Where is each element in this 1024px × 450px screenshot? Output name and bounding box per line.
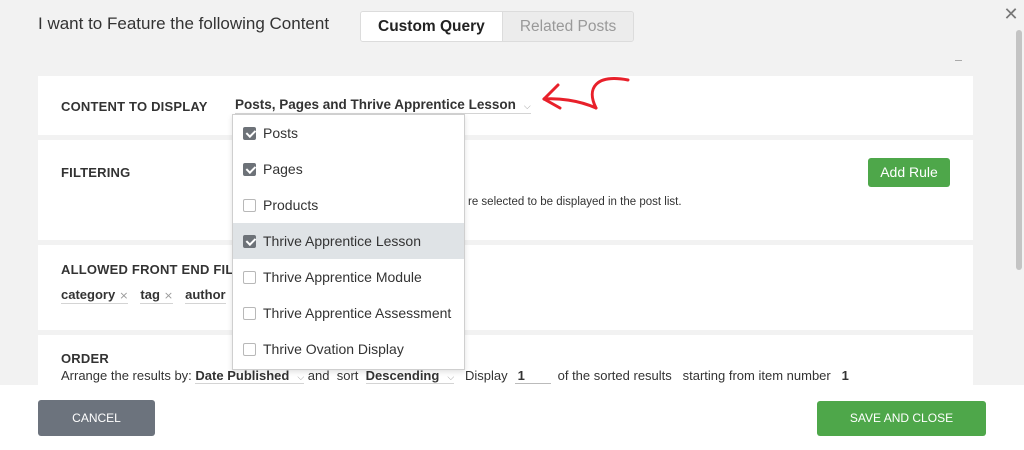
checkbox-checked-icon[interactable] xyxy=(243,126,256,140)
chevron-down-icon: ⌵ xyxy=(447,373,455,383)
scrollbar[interactable] xyxy=(1016,30,1022,270)
option-label: Products xyxy=(263,197,319,213)
content-type-select[interactable]: Posts, Pages and Thrive Apprentice Lesso… xyxy=(235,97,531,114)
filter-tag-label: tag xyxy=(140,287,160,302)
display-count-input[interactable]: 1 xyxy=(514,368,551,384)
filter-tag-label: author xyxy=(185,287,226,302)
front-end-filters-label: ALLOWED FRONT END FILT xyxy=(61,262,241,277)
tab-custom-query[interactable]: Custom Query xyxy=(361,12,502,41)
filter-tag-tag: tag × xyxy=(140,287,174,304)
query-tabs: Custom Query Related Posts xyxy=(360,11,635,42)
filtering-label: FILTERING xyxy=(61,165,131,180)
dropdown-option-pages[interactable]: Pages xyxy=(233,151,464,187)
arrange-by-value: Date Published xyxy=(195,368,290,383)
dropdown-option-posts[interactable]: Posts xyxy=(233,115,464,151)
page-title: I want to Feature the following Content xyxy=(38,14,330,33)
order-settings: Arrange the results by: Date Published ⌵ … xyxy=(61,368,849,384)
filter-tag-category: category × xyxy=(61,287,129,304)
content-type-dropdown: Posts Pages Products Thrive Apprentice L… xyxy=(232,114,465,370)
content-to-display-panel: CONTENT TO DISPLAY Posts, Pages and Thri… xyxy=(38,76,973,135)
sort-direction-select[interactable]: Descending ⌵ xyxy=(365,368,455,384)
cancel-button[interactable]: CANCEL xyxy=(38,400,155,436)
add-rule-button[interactable]: Add Rule xyxy=(868,158,950,187)
chevron-down-icon: ⌵ xyxy=(523,102,531,112)
arrange-by-select[interactable]: Date Published ⌵ xyxy=(195,368,305,384)
close-icon[interactable]: ✕ xyxy=(1000,4,1022,26)
content-type-value: Posts, Pages and Thrive Apprentice Lesso… xyxy=(235,97,516,112)
front-end-filters-panel: ALLOWED FRONT END FILT category × tag × au… xyxy=(38,245,973,330)
checkbox-checked-icon[interactable] xyxy=(243,234,256,248)
remove-tag-icon[interactable]: × xyxy=(164,289,173,302)
starting-from-text: starting from item number xyxy=(682,368,831,383)
annotation-arrow-icon xyxy=(542,77,630,110)
sorted-results-text: of the sorted results xyxy=(557,368,672,383)
checkbox-unchecked-icon[interactable] xyxy=(243,270,256,284)
start-item-input[interactable]: 1 xyxy=(842,368,849,383)
checkbox-unchecked-icon[interactable] xyxy=(243,198,256,212)
display-label: Display xyxy=(464,368,508,383)
checkbox-checked-icon[interactable] xyxy=(243,162,256,176)
filter-tags: category × tag × author xyxy=(61,287,226,304)
order-label: ORDER xyxy=(61,351,109,366)
remove-tag-icon[interactable]: × xyxy=(119,289,128,302)
filter-tag-label: category xyxy=(61,287,116,302)
order-panel: ORDER Arrange the results by: Date Publi… xyxy=(38,335,973,385)
dropdown-option-apprentice-assessment[interactable]: Thrive Apprentice Assessment xyxy=(233,295,464,331)
and-sort-text: and sort xyxy=(307,368,359,383)
dropdown-option-ovation-display[interactable]: Thrive Ovation Display xyxy=(233,331,464,367)
tab-related-posts[interactable]: Related Posts xyxy=(501,12,634,41)
dropdown-option-products[interactable]: Products xyxy=(233,187,464,223)
option-label: Posts xyxy=(263,125,299,141)
option-label: Pages xyxy=(263,161,303,177)
collapse-indicator xyxy=(955,60,962,61)
option-label: Thrive Apprentice Lesson xyxy=(263,233,421,249)
checkbox-unchecked-icon[interactable] xyxy=(243,306,256,320)
save-and-close-button[interactable]: SAVE AND CLOSE xyxy=(817,401,986,436)
option-label: Thrive Ovation Display xyxy=(263,341,404,357)
filtering-panel: FILTERING Add Rule re selected to be dis… xyxy=(38,140,973,240)
filtering-description: re selected to be displayed in the post … xyxy=(468,196,682,208)
option-label: Thrive Apprentice Assessment xyxy=(263,305,452,321)
dropdown-option-apprentice-module[interactable]: Thrive Apprentice Module xyxy=(233,259,464,295)
option-label: Thrive Apprentice Module xyxy=(263,269,422,285)
sort-direction-value: Descending xyxy=(365,368,440,383)
chevron-down-icon: ⌵ xyxy=(297,373,305,383)
checkbox-unchecked-icon[interactable] xyxy=(243,342,256,356)
dropdown-option-apprentice-lesson[interactable]: Thrive Apprentice Lesson xyxy=(233,223,464,259)
arrange-prefix: Arrange the results by: xyxy=(61,368,192,383)
content-to-display-label: CONTENT TO DISPLAY xyxy=(61,99,208,114)
modal-body: ✕ I want to Feature the following Conten… xyxy=(0,0,1024,385)
filter-tag-author: author xyxy=(185,287,226,304)
